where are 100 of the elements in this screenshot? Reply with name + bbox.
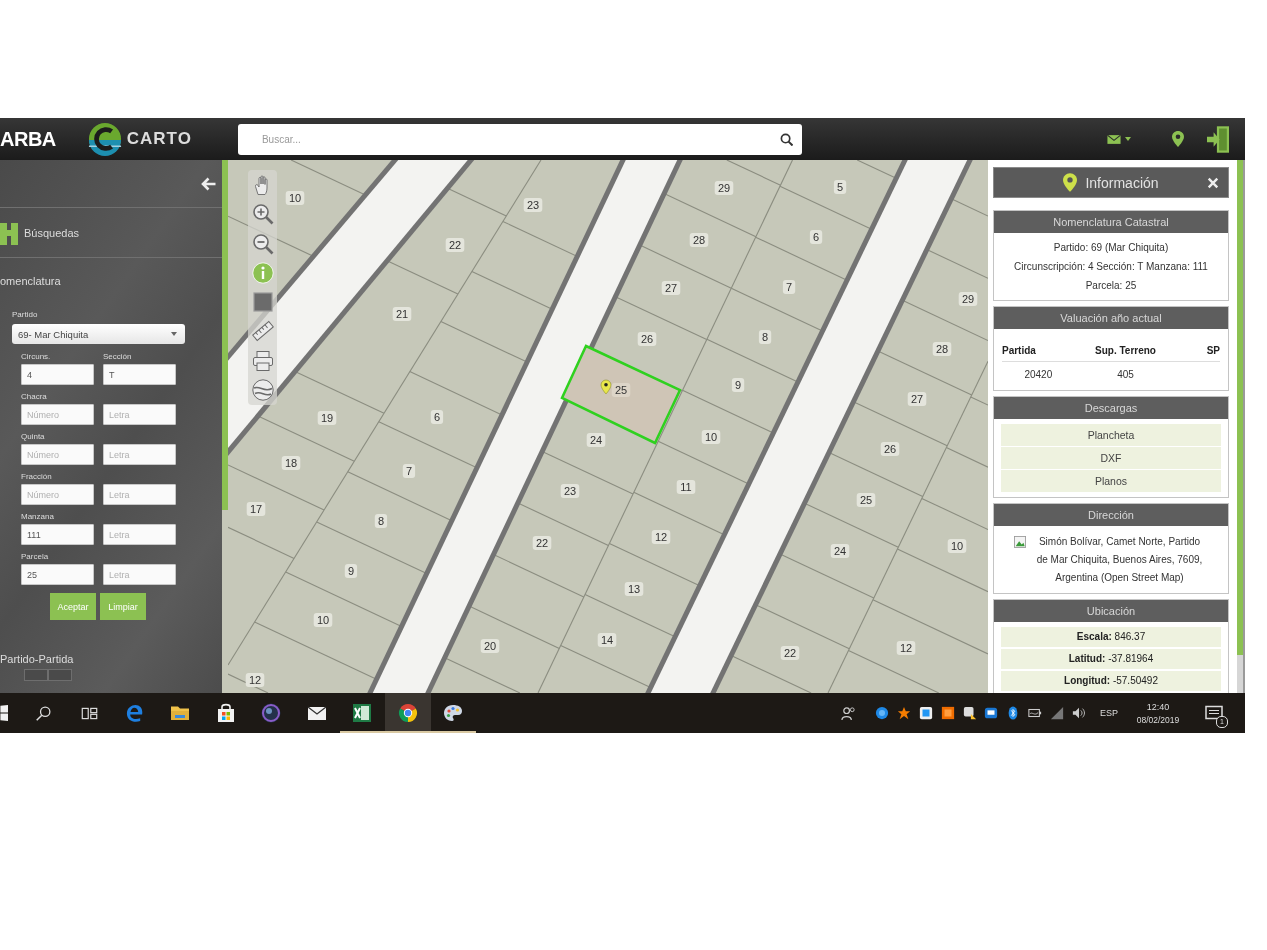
wavy-circle-icon[interactable] <box>251 379 274 402</box>
parcel-number: 5 <box>833 180 847 194</box>
input-field[interactable]: Letra <box>103 404 176 425</box>
zoom-in-icon[interactable] <box>251 203 274 226</box>
field-label: Manzana <box>21 512 54 522</box>
battery-icon[interactable] <box>1028 706 1043 720</box>
download-link[interactable]: DXF <box>1001 447 1221 469</box>
info-text: Parcela: 25 <box>1085 279 1137 293</box>
parcel-boundary <box>926 248 988 279</box>
section-title[interactable]: Partido-Partida <box>0 653 74 666</box>
search-icon[interactable] <box>779 132 793 146</box>
input-field[interactable]: 111 <box>21 524 94 545</box>
clock-time[interactable]: 12:40 <box>1146 701 1170 712</box>
input-field[interactable]: Número <box>21 404 94 425</box>
language-indicator[interactable]: ESP <box>1100 708 1118 718</box>
monitor-icon[interactable] <box>984 706 999 720</box>
field-label: Sección <box>103 352 132 362</box>
zoom-out-icon[interactable] <box>251 232 274 255</box>
clock-date[interactable]: 08/02/2019 <box>1136 714 1180 725</box>
input-field[interactable]: T <box>103 364 176 385</box>
parcel-number: 25 <box>856 493 876 507</box>
parcel-number: 26 <box>880 442 900 456</box>
input-field[interactable]: 4 <box>21 364 94 385</box>
people-icon[interactable] <box>840 705 856 721</box>
scrollbar[interactable] <box>222 160 228 510</box>
parcel-number: 7 <box>782 280 796 294</box>
input-field[interactable]: Letra <box>103 564 176 585</box>
field-label: Fracción <box>21 472 52 482</box>
parcel-number: 6 <box>809 230 823 244</box>
table-cell: 405 <box>1117 368 1134 380</box>
notification-icon[interactable] <box>1205 704 1223 722</box>
shopping-bag-icon <box>215 703 236 723</box>
section-title[interactable]: Búsquedas <box>24 226 80 239</box>
input-field[interactable]: Letra <box>103 524 176 545</box>
star-icon[interactable] <box>896 706 911 720</box>
spreadsheet-icon <box>352 703 373 723</box>
window-icon[interactable] <box>918 706 933 720</box>
parcel-number: 12 <box>245 673 265 687</box>
input-field[interactable]: Letra <box>103 444 176 465</box>
taskbar-button[interactable] <box>385 693 431 733</box>
parcel-boundary <box>950 198 988 217</box>
info-row: Latitud: -37.81964 <box>1001 649 1221 669</box>
speaker-icon[interactable] <box>1072 706 1086 720</box>
scrollbar[interactable] <box>1237 160 1243 655</box>
field-label: Partido <box>12 310 38 320</box>
download-link[interactable]: Plancheta <box>1001 424 1221 446</box>
input-field[interactable]: Letra <box>103 484 176 505</box>
parcel-number: 6 <box>430 410 444 424</box>
search-field[interactable]: Buscar... <box>237 123 802 155</box>
section-header: Nomenclatura Catastral <box>994 211 1228 233</box>
input-field[interactable]: Número <box>21 484 94 505</box>
parcel-number: 17 <box>246 502 266 516</box>
pin-icon[interactable] <box>1172 131 1184 147</box>
section-title[interactable]: omenclatura <box>0 275 61 288</box>
column-header: Partida <box>1002 344 1036 356</box>
map-pin-icon <box>600 379 612 395</box>
caret-icon <box>1125 137 1131 141</box>
info-text: Partido: 69 (Mar Chiquita) <box>1053 241 1169 255</box>
warning-tile-icon[interactable] <box>962 706 977 720</box>
parcel-number: 28 <box>932 342 952 356</box>
circle-logo-icon <box>397 703 418 723</box>
parcel-number: 23 <box>560 484 580 498</box>
pin-icon <box>1063 173 1078 192</box>
parcel-number: 10 <box>285 191 305 205</box>
parcel-number: 10 <box>701 430 721 444</box>
section-header: Dirección <box>994 504 1228 526</box>
palette-icon <box>443 703 464 723</box>
field-label: Circuns. <box>21 352 51 362</box>
parcel-number: 24 <box>586 433 606 447</box>
back-arrow-icon[interactable] <box>201 176 216 191</box>
download-link[interactable]: Planos <box>1001 470 1221 492</box>
parcel-number: 12 <box>651 530 671 544</box>
envelope-icon <box>1107 133 1121 145</box>
image-icon <box>1014 536 1026 548</box>
tile-icon[interactable] <box>940 706 955 720</box>
parcel-number: 8 <box>374 514 388 528</box>
input-field[interactable]: 25 <box>21 564 94 585</box>
field-label: Parcela <box>21 552 49 562</box>
parcel-number: 11 <box>676 480 696 494</box>
parcel-number: 7 <box>402 464 416 478</box>
signal-icon[interactable] <box>1050 706 1065 720</box>
exit-icon[interactable] <box>1207 125 1229 153</box>
parcel-number: 20 <box>480 639 500 653</box>
parcel-number: 29 <box>958 292 978 306</box>
input-field[interactable] <box>48 669 72 681</box>
section-header: Descargas <box>994 397 1228 419</box>
parcel-number: 13 <box>624 582 644 596</box>
input-field[interactable]: Número <box>21 444 94 465</box>
input-field[interactable] <box>24 669 48 681</box>
section-header: Valuación año actual <box>994 307 1228 329</box>
swirl-icon <box>125 703 145 723</box>
parcel-number: 24 <box>830 544 850 558</box>
close-icon[interactable] <box>1207 176 1219 189</box>
disc-icon[interactable] <box>874 706 889 720</box>
parcel-number: 12 <box>896 641 916 655</box>
parcel-number: 28 <box>689 233 709 247</box>
ruler-icon[interactable] <box>251 320 274 343</box>
printer-icon[interactable] <box>251 349 274 372</box>
square-icon[interactable] <box>251 291 274 314</box>
dropdown[interactable]: 69- Mar Chiquita <box>12 324 185 344</box>
